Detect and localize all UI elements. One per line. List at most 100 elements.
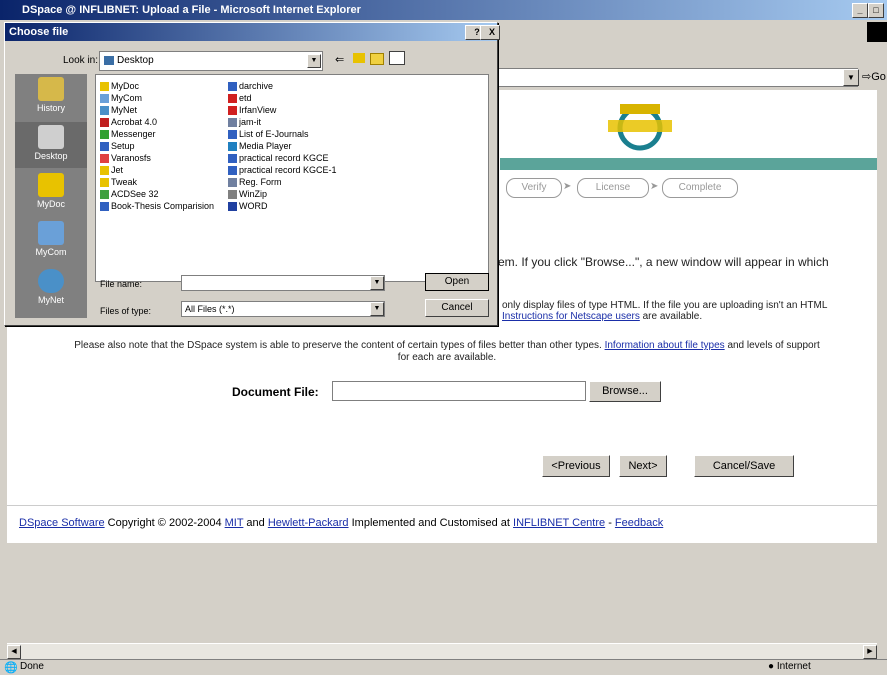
internet-zone: ● Internet <box>768 661 811 672</box>
list-item[interactable]: darchive <box>228 81 273 92</box>
step-complete[interactable]: Complete <box>662 178 738 198</box>
list-item[interactable]: Setup <box>100 141 135 152</box>
shortcut-icon <box>228 82 237 92</box>
hp-link[interactable]: Hewlett-Packard <box>268 517 349 529</box>
list-item[interactable]: MyDoc <box>100 81 139 92</box>
go-button[interactable]: ⇨Go <box>862 70 886 83</box>
footer: DSpace Software Copyright © 2002-2004 MI… <box>19 517 664 529</box>
list-item[interactable]: MyCom <box>100 93 142 104</box>
intro-text: em. If you click "Browse...", a new wind… <box>498 255 829 269</box>
list-item[interactable]: practical record KGCE <box>228 153 329 164</box>
list-item[interactable]: Acrobat 4.0 <box>100 117 157 128</box>
computer-icon <box>38 221 64 245</box>
document-icon <box>228 166 237 176</box>
folder-icon <box>100 82 109 92</box>
status-bar: 🌐 Done ● Internet <box>0 659 887 675</box>
place-mydoc[interactable]: MyDoc <box>15 170 87 216</box>
status-text: Done <box>20 661 44 672</box>
irfanview-icon <box>228 106 237 116</box>
open-button[interactable]: Open <box>425 273 489 291</box>
file-name-label: File name: <box>100 279 143 289</box>
list-item[interactable]: WORD <box>228 201 268 212</box>
list-item[interactable]: WinZip <box>228 189 267 200</box>
inflibnet-link[interactable]: INFLIBNET Centre <box>513 517 605 529</box>
globe-icon: ● <box>768 661 775 672</box>
back-icon[interactable]: ⇐ <box>335 53 344 66</box>
list-item[interactable]: etd <box>228 93 252 104</box>
file-list: MyDoc MyCom MyNet Acrobat 4.0 Messenger … <box>95 74 489 282</box>
list-item[interactable]: Messenger <box>100 129 156 140</box>
minimize-button[interactable]: _ <box>852 3 868 18</box>
header-green-bar <box>500 158 877 170</box>
setup-icon <box>100 142 109 152</box>
mit-link[interactable]: MIT <box>225 517 244 529</box>
list-item[interactable]: practical record KGCE-1 <box>228 165 337 176</box>
dialog-title-bar: Choose file ? X <box>5 23 500 41</box>
place-mycom[interactable]: MyCom <box>15 218 87 264</box>
scroll-right-icon[interactable]: ▶ <box>863 645 877 659</box>
list-item[interactable]: ACDSee 32 <box>100 189 159 200</box>
list-item[interactable]: IrfanView <box>228 105 276 116</box>
chevron-down-icon[interactable]: ▼ <box>370 276 384 290</box>
maximize-button[interactable]: □ <box>868 3 884 18</box>
list-item[interactable]: Book-Thesis Comparision <box>100 201 214 212</box>
next-button[interactable]: Next> <box>619 455 667 477</box>
document-icon <box>228 130 237 140</box>
dspace-software-link[interactable]: DSpace Software <box>19 517 105 529</box>
file-name-input[interactable]: ▼ <box>181 275 385 291</box>
cancel-button[interactable]: Cancel <box>425 299 489 317</box>
shortcut-icon <box>228 94 237 104</box>
inflibnet-logo <box>608 104 672 151</box>
file-types-link[interactable]: Information about file types <box>605 340 725 351</box>
up-folder-icon[interactable] <box>353 53 365 63</box>
list-item[interactable]: Reg. Form <box>228 177 282 188</box>
netscape-instructions-link[interactable]: Instructions for Netscape users <box>502 311 640 322</box>
chevron-down-icon[interactable]: ▼ <box>307 54 321 68</box>
step-verify[interactable]: Verify <box>506 178 562 198</box>
horizontal-scrollbar[interactable]: ◀ ▶ <box>7 643 877 660</box>
acrobat-icon <box>100 118 109 128</box>
ie-logo <box>867 22 887 42</box>
list-item[interactable]: List of E-Journals <box>228 129 309 140</box>
list-item[interactable]: Media Player <box>228 141 292 152</box>
place-mynet[interactable]: MyNet <box>15 266 87 312</box>
list-item[interactable]: MyNet <box>100 105 137 116</box>
document-icon <box>228 154 237 164</box>
step-license[interactable]: License <box>577 178 649 198</box>
step-arrow-icon: ➤ <box>650 181 659 192</box>
note-text-2: Instructions for Netscape users are avai… <box>502 311 703 322</box>
feedback-link[interactable]: Feedback <box>615 517 663 529</box>
look-in-select[interactable]: Desktop ▼ <box>99 51 323 71</box>
places-bar: History Desktop MyDoc MyCom MyNet <box>15 74 87 318</box>
dialog-close-button[interactable]: X <box>480 25 500 40</box>
place-desktop[interactable]: Desktop <box>15 122 87 168</box>
files-of-type-label: Files of type: <box>100 306 152 316</box>
desktop-icon <box>104 55 114 65</box>
view-menu-icon[interactable] <box>389 51 405 65</box>
chevron-down-icon[interactable]: ▼ <box>370 302 384 316</box>
cancel-save-button[interactable]: Cancel/Save <box>694 455 794 477</box>
place-history[interactable]: History <box>15 74 87 120</box>
step-arrow-icon: ➤ <box>563 181 572 192</box>
files-of-type-select[interactable]: All Files (*.*) ▼ <box>181 301 385 317</box>
dialog-title: Choose file <box>9 26 69 38</box>
document-file-input[interactable] <box>332 381 586 401</box>
winzip-icon <box>228 190 237 200</box>
page-gray-area <box>7 543 877 643</box>
footer-divider <box>7 505 877 506</box>
browse-button[interactable]: Browse... <box>589 381 661 402</box>
look-in-label: Look in: <box>63 55 99 66</box>
new-folder-icon[interactable] <box>370 53 384 65</box>
list-item[interactable]: Tweak <box>100 177 137 188</box>
address-dropdown-button[interactable]: ▼ <box>843 69 859 86</box>
list-item[interactable]: Varanosfs <box>100 153 151 164</box>
computer-icon <box>100 94 109 104</box>
list-item[interactable]: jam-it <box>228 117 261 128</box>
word-icon <box>228 202 237 212</box>
page-done-icon: 🌐 <box>4 662 18 674</box>
list-item[interactable]: Jet <box>100 165 123 176</box>
previous-button[interactable]: <Previous <box>542 455 610 477</box>
desktop-icon <box>38 125 64 149</box>
scroll-left-icon[interactable]: ◀ <box>7 645 21 659</box>
folder-icon <box>100 166 109 176</box>
